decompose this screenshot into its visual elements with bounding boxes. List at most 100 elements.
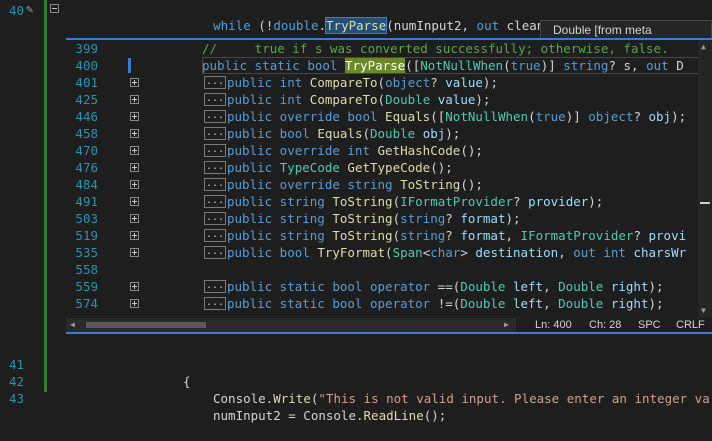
peek-line-446[interactable]: 446... public override bool Equals([NotNu… — [66, 108, 712, 125]
expand-icon[interactable] — [130, 248, 139, 257]
tryparse-reference[interactable]: TryParse — [325, 17, 388, 34]
char-indicator[interactable]: Ch: 28 — [589, 319, 621, 331]
expand-icon[interactable] — [130, 282, 139, 291]
code-token: ? — [633, 109, 649, 124]
current-line-marker — [128, 58, 131, 73]
collapsed-region-icon[interactable]: ... — [204, 144, 226, 157]
code-token: D — [668, 58, 684, 73]
code-token: provi — [648, 228, 687, 243]
peek-line-400[interactable]: 400 public static bool TryParse([NotNullW… — [66, 57, 712, 74]
peek-line-425[interactable]: 425... public int CompareTo(Double value)… — [66, 91, 712, 108]
peek-line-574[interactable]: 574... public static bool operator !=(Dou… — [66, 295, 712, 312]
line-indicator[interactable]: Ln: 400 — [535, 319, 572, 331]
collapsed-region-icon[interactable]: ... — [204, 212, 226, 225]
code-token: ( — [392, 194, 401, 209]
peek-vertical-scrollbar[interactable]: ▲ ▼ — [698, 40, 712, 318]
editor-line-42[interactable]: 42 Console.Write("This is not valid inpu… — [0, 356, 712, 406]
code-token: GetTypeCode — [347, 160, 431, 175]
scroll-left-icon[interactable]: ◀ — [70, 320, 75, 329]
peek-line-519[interactable]: 519... public string ToString(string? for… — [66, 227, 712, 244]
peek-line-484[interactable]: 484... public override string ToString(); — [66, 176, 712, 193]
expand-icon[interactable] — [130, 129, 139, 138]
whitespace-indicator[interactable]: SPC — [638, 319, 661, 331]
expand-icon[interactable] — [130, 299, 139, 308]
code-token: ( — [377, 92, 386, 107]
collapsed-region-icon[interactable]: ... — [204, 280, 226, 293]
code-token: ); — [648, 279, 664, 294]
line-number: 558 — [75, 262, 98, 277]
code-token: CompareTo — [309, 92, 378, 107]
peek-definition-window[interactable]: 399 // true if s was converted successful… — [66, 38, 712, 334]
peek-line-476[interactable]: 476... public TypeCode GetTypeCode(); — [66, 159, 712, 176]
peek-line-503[interactable]: 503... public string ToString(string? for… — [66, 210, 712, 227]
peek-horizontal-scrollbar[interactable]: ◀ ▶ — [66, 318, 516, 332]
collapsed-region-icon[interactable]: ... — [204, 161, 226, 174]
expand-icon[interactable] — [130, 78, 139, 87]
peek-line-558[interactable]: 558 — [66, 261, 712, 278]
expand-icon[interactable] — [130, 112, 139, 121]
expand-icon[interactable] — [130, 180, 139, 189]
expand-icon[interactable] — [130, 163, 139, 172]
collapsed-region-icon[interactable]: ... — [204, 246, 226, 259]
collapsed-region-icon[interactable]: ... — [204, 178, 226, 191]
collapse-toggle-icon[interactable] — [50, 4, 59, 13]
peek-line-401[interactable]: 401... public int CompareTo(object? value… — [66, 74, 712, 91]
collapsed-region-icon[interactable]: ... — [204, 195, 226, 208]
scroll-up-icon[interactable]: ▲ — [701, 43, 706, 51]
scroll-down-icon[interactable]: ▼ — [701, 307, 706, 315]
expand-icon[interactable] — [130, 231, 139, 240]
code-token: ); — [482, 75, 498, 90]
collapsed-region-icon[interactable]: ... — [204, 76, 226, 89]
code-token: ); — [475, 92, 491, 107]
expand-icon[interactable] — [130, 197, 139, 206]
code-token: true — [510, 58, 541, 73]
expand-icon[interactable] — [130, 95, 139, 104]
editor-line-43[interactable]: 43 numInput2 = Console.ReadLine(); — [0, 373, 446, 423]
code-token: ); — [648, 296, 664, 311]
code-token: left — [512, 279, 544, 294]
code-token: ([ — [430, 109, 446, 124]
line-number: 470 — [75, 143, 98, 158]
line-ending-indicator[interactable]: CRLF — [676, 319, 705, 331]
collapsed-region-icon[interactable]: ... — [204, 127, 226, 140]
code-line: public static bool TryParse([NotNullWhen… — [202, 57, 684, 74]
code-token: string — [400, 211, 446, 226]
code-line: public static bool operator ==(Double le… — [227, 278, 664, 295]
code-token: public string — [227, 194, 333, 209]
code-token: ToString — [332, 194, 393, 209]
code-token: Equals — [317, 126, 363, 141]
peek-line-491[interactable]: 491... public string ToString(IFormatProv… — [66, 193, 712, 210]
expand-icon[interactable] — [130, 146, 139, 155]
code-token: public bool — [227, 245, 318, 260]
edit-brush-icon[interactable]: ✎ — [26, 2, 33, 16]
peek-line-470[interactable]: 470... public override int GetHashCode(); — [66, 142, 712, 159]
collapsed-region-icon[interactable]: ... — [204, 297, 226, 310]
peek-line-458[interactable]: 458... public bool Equals(Double obj); — [66, 125, 712, 142]
peek-line-399[interactable]: 399 // true if s was converted successful… — [66, 40, 712, 57]
code-token: ? — [445, 228, 461, 243]
collapsed-region-icon[interactable]: ... — [204, 229, 226, 242]
peek-line-535[interactable]: 535... public bool TryFormat(Span<char> d… — [66, 244, 712, 261]
editor-line-40[interactable]: 40 ✎ while (!double.TryParse(numInput2, … — [0, 0, 712, 34]
collapsed-region-icon[interactable]: ... — [204, 110, 226, 123]
code-token: Double — [460, 279, 506, 294]
peek-line-559[interactable]: 559... public static bool operator ==(Dou… — [66, 278, 712, 295]
line-number: 425 — [75, 92, 98, 107]
code-line: public override bool Equals([NotNullWhen… — [227, 108, 686, 125]
code-token: (); — [460, 177, 483, 192]
collapsed-region-icon[interactable]: ... — [204, 93, 226, 106]
type-keyword: double — [273, 18, 319, 33]
line-number: 40 — [8, 3, 24, 18]
expand-icon[interactable] — [130, 214, 139, 223]
scroll-right-icon[interactable]: ▶ — [504, 320, 509, 329]
editor-line-41[interactable]: 41 { — [0, 339, 191, 389]
code-text: (); — [423, 408, 447, 423]
code-token: NotNullWhen — [445, 109, 529, 124]
line-number: 503 — [75, 211, 98, 226]
code-token: , — [543, 296, 559, 311]
scrollbar-thumb[interactable] — [86, 322, 206, 328]
line-number: 458 — [75, 126, 98, 141]
code-text: numInput2 = Console. — [213, 408, 364, 423]
